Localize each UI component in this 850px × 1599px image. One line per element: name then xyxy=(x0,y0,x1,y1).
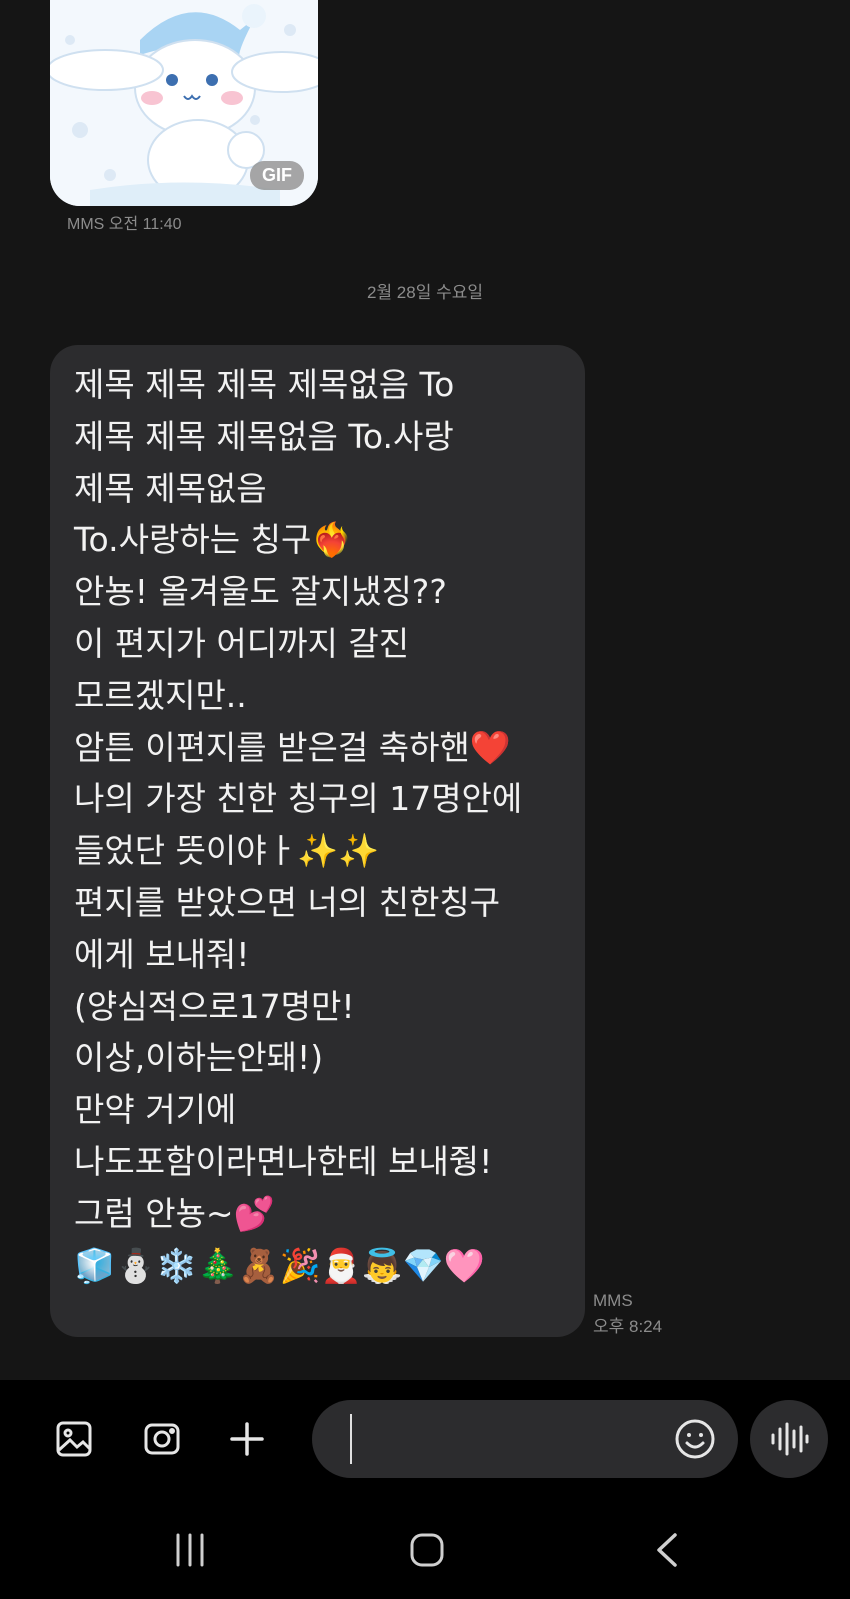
plus-icon[interactable] xyxy=(222,1414,272,1464)
message-line: 제목 제목 제목 제목없음 To xyxy=(74,365,455,404)
message-line: 모르겠지만.. xyxy=(74,675,247,715)
message-line: 에게 보내줘! xyxy=(74,934,250,974)
message-line: 이상,이하는안돼!) xyxy=(74,1038,324,1078)
message-line: 들었단 뜻이야ㅏ✨✨ xyxy=(74,831,380,871)
message-line: 나도포함이라면나한테 보내줭! xyxy=(74,1141,493,1181)
back-icon[interactable] xyxy=(642,1525,692,1575)
bottom-bar xyxy=(0,1380,850,1599)
text-caret xyxy=(350,1414,352,1464)
gif-message-bubble[interactable]: GIF xyxy=(50,0,318,206)
message-type: MMS xyxy=(593,1291,633,1310)
message-line: 제목 제목 제목없음 To.사랑 xyxy=(74,416,454,456)
message-line: 이 편지가 어디까지 갈진 xyxy=(74,623,410,663)
message-bubble[interactable]: 제목 제목 제목 제목없음 To 제목 제목 제목없음 To.사랑 제목 제목없… xyxy=(50,345,585,1337)
message-meta: MMS 오후 8:24 xyxy=(593,1288,662,1340)
recent-apps-icon[interactable] xyxy=(165,1525,215,1575)
voice-icon[interactable] xyxy=(750,1400,828,1478)
message-line: 암튼 이편지를 받은걸 축하핸❤️ xyxy=(74,727,511,767)
camera-icon[interactable] xyxy=(137,1414,187,1464)
gif-message-meta: MMS 오전 11:40 xyxy=(67,216,182,233)
message-time: 오후 8:24 xyxy=(593,1317,663,1336)
message-line: To.사랑하는 칭구❤️‍🔥 xyxy=(74,520,353,560)
message-line: 나의 가장 친한 칭구의 17명안에 xyxy=(74,779,523,819)
message-line: 안뇽! 올겨울도 잘지냈징?? xyxy=(74,572,447,612)
message-line: (양심적으로17명만! xyxy=(74,986,355,1026)
gif-badge: GIF xyxy=(250,161,304,190)
message-input[interactable] xyxy=(312,1400,738,1478)
message-emoji-line: 🧊⛄❄️🎄🧸🎉🎅👼💎🩷 xyxy=(74,1245,485,1285)
home-icon[interactable] xyxy=(402,1525,452,1575)
date-separator: 2월 28일 수요일 xyxy=(366,283,483,302)
message-text: 제목 제목 제목 제목없음 To 제목 제목 제목없음 To.사랑 제목 제목없… xyxy=(74,359,522,1291)
emoji-icon[interactable] xyxy=(674,1418,716,1460)
message-line: 편지를 받았으면 너의 친한칭구 xyxy=(74,882,501,922)
message-line: 제목 제목없음 xyxy=(74,468,267,508)
message-line: 그럼 안뇽~💕 xyxy=(74,1193,275,1233)
message-line: 만약 거기에 xyxy=(74,1090,237,1130)
gallery-icon[interactable] xyxy=(49,1414,99,1464)
